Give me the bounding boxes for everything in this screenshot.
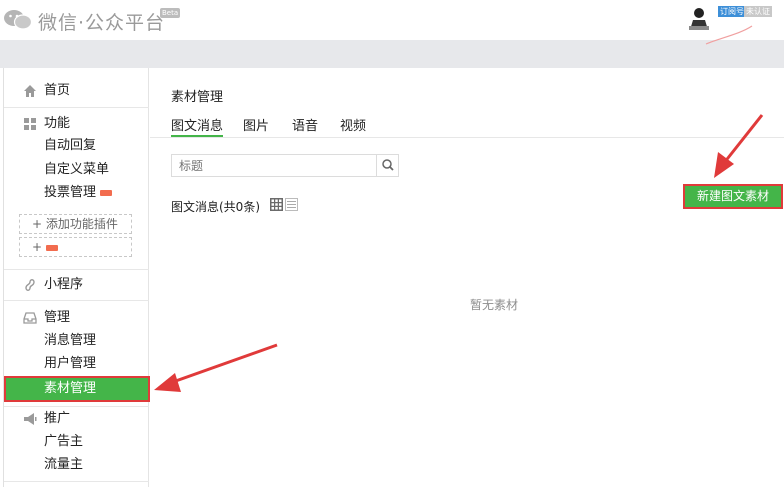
megaphone-icon xyxy=(24,413,37,425)
sidebar-item-user-manage[interactable]: 用户管理 xyxy=(4,353,149,375)
mini-program-icon xyxy=(25,279,35,291)
sidebar-item-publisher[interactable]: 流量主 xyxy=(4,454,149,476)
header-divider-bar xyxy=(0,40,784,68)
empty-state-text: 暂无素材 xyxy=(470,298,519,312)
verify-status-badge: 未认证 xyxy=(744,6,772,17)
list-view-icon[interactable] xyxy=(285,198,298,211)
search-button[interactable] xyxy=(376,155,398,176)
sidebar-item-label: 流量主 xyxy=(44,457,84,472)
tab-bar: 图文消息 图片 语音 视频 xyxy=(150,108,784,138)
inbox-icon xyxy=(23,312,37,324)
new-article-button[interactable]: 新建图文素材 xyxy=(683,184,783,209)
sidebar-item-label: 自定义菜单 xyxy=(44,162,110,177)
sidebar-section-label: 管理 xyxy=(44,310,71,325)
sidebar-item-vote[interactable]: 投票管理 xyxy=(4,182,149,204)
sidebar-item-material-manage[interactable]: 素材管理 xyxy=(4,376,150,402)
grid-view-icon[interactable] xyxy=(270,198,283,211)
new-tag-icon xyxy=(100,189,113,196)
tab-voice[interactable]: 语音 xyxy=(292,115,318,137)
sidebar-section-label: 推广 xyxy=(44,411,71,426)
sidebar-item-message-manage[interactable]: 消息管理 xyxy=(4,330,149,352)
sidebar-item-label: 素材管理 xyxy=(44,381,97,396)
sidebar-item-custom-menu[interactable]: 自定义菜单 xyxy=(4,159,149,181)
sidebar-item-label: 消息管理 xyxy=(44,333,97,348)
sidebar-item-label: 首页 xyxy=(44,83,71,98)
beta-badge: Beta xyxy=(160,8,181,18)
sidebar-section-manage: 管理 xyxy=(4,307,149,329)
grid-icon xyxy=(24,118,36,130)
sidebar-section-features: 功能 xyxy=(4,113,149,135)
sidebar-item-home[interactable]: 首页 xyxy=(4,80,149,102)
article-count-label: 图文消息(共0条) xyxy=(171,200,260,214)
avatar[interactable] xyxy=(687,6,711,32)
main-content: 素材管理 图文消息 图片 语音 视频 图文消息(共0条) 新建图文素材 暂无素材 xyxy=(150,68,784,487)
search-box xyxy=(171,154,399,177)
sidebar-divider xyxy=(4,107,149,108)
plus-icon: + xyxy=(32,240,43,254)
logo-text[interactable]: 微信·公众平台 xyxy=(38,8,165,35)
sidebar-divider xyxy=(4,481,149,482)
search-input[interactable] xyxy=(172,155,378,176)
plugin-slot[interactable]: + xyxy=(19,237,132,257)
tab-image[interactable]: 图片 xyxy=(243,115,269,137)
tab-article[interactable]: 图文消息 xyxy=(171,115,224,137)
sidebar-divider xyxy=(4,269,149,270)
sidebar-divider xyxy=(4,406,149,407)
sidebar-divider xyxy=(4,300,149,301)
sidebar-item-advertiser[interactable]: 广告主 xyxy=(4,431,149,453)
sidebar-section-label: 功能 xyxy=(44,116,71,131)
wechat-logo-icon[interactable] xyxy=(3,9,33,31)
sidebar-section-promote: 推广 xyxy=(4,408,149,430)
sidebar: 首页 功能 自动回复 自定义菜单 投票管理 + 添加功能插件 + 小程序 管理 xyxy=(3,68,150,487)
sidebar-item-label: 投票管理 xyxy=(44,185,97,200)
sidebar-item-label: 用户管理 xyxy=(44,356,97,371)
page-title: 素材管理 xyxy=(171,90,224,105)
home-icon xyxy=(24,85,36,97)
sidebar-item-auto-reply[interactable]: 自动回复 xyxy=(4,135,149,157)
sidebar-item-mini-program[interactable]: 小程序 xyxy=(4,274,149,296)
search-icon xyxy=(382,159,394,171)
sidebar-item-label: 自动回复 xyxy=(44,138,97,153)
new-tag-icon xyxy=(46,244,59,251)
sidebar-item-label: 广告主 xyxy=(44,434,84,449)
tab-video[interactable]: 视频 xyxy=(340,115,366,137)
top-bar: 微信·公众平台 Beta 订阅号 未认证 xyxy=(0,0,784,40)
account-type-badge: 订阅号 xyxy=(718,6,746,17)
sidebar-item-label: 小程序 xyxy=(44,277,84,292)
add-plugin-button[interactable]: + 添加功能插件 xyxy=(19,214,132,234)
